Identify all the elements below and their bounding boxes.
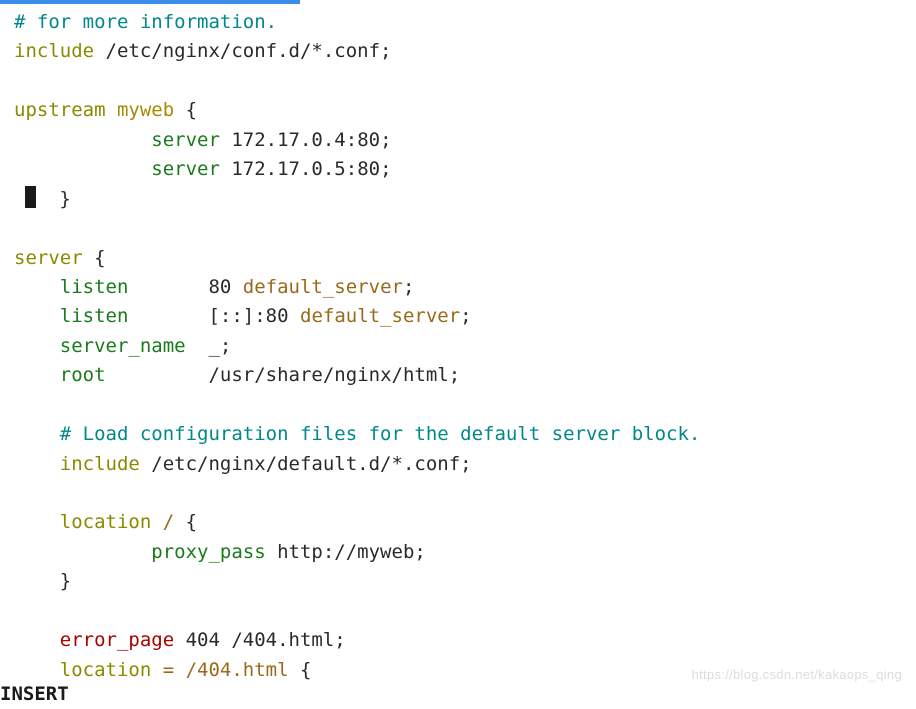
code-line: proxy_pass http://myweb; — [14, 538, 916, 567]
code-token: 172.17.0.4:80; — [220, 129, 392, 151]
code-token: 80 — [128, 276, 242, 298]
code-line: } — [14, 567, 916, 596]
code-token: http://myweb; — [266, 541, 426, 563]
code-token: /etc/nginx/default.d/*.conf; — [140, 453, 472, 475]
code-token: _; — [186, 335, 232, 357]
code-token — [151, 659, 162, 681]
code-token: include — [14, 40, 94, 62]
code-token: server_name — [60, 335, 186, 357]
code-token: error_page — [60, 629, 174, 651]
code-token: proxy_pass — [151, 541, 265, 563]
watermark-text: https://blog.csdn.net/kakaops_qing — [692, 665, 902, 685]
code-line: # for more information. — [14, 8, 916, 37]
code-token: { — [186, 511, 197, 533]
code-line — [14, 391, 916, 420]
code-line: # Load configuration files for the defau… — [14, 420, 916, 449]
code-line: } — [14, 185, 916, 214]
code-token: # for more information. — [14, 11, 277, 33]
code-token: location — [60, 659, 152, 681]
code-token: location — [60, 511, 152, 533]
code-line: server { — [14, 244, 916, 273]
code-token: server — [14, 247, 83, 269]
code-token — [151, 511, 162, 533]
code-line: include /etc/nginx/conf.d/*.conf; — [14, 37, 916, 66]
code-token: } — [60, 570, 71, 592]
code-line: server 172.17.0.4:80; — [14, 126, 916, 155]
code-editor-content: # for more information. include /etc/ngin… — [14, 8, 916, 685]
code-token: # Load configuration files for the defau… — [60, 423, 701, 445]
code-line — [14, 597, 916, 626]
code-token: default_server — [243, 276, 403, 298]
code-token: server — [151, 129, 220, 151]
code-token: ; — [460, 305, 471, 327]
code-token: { — [83, 247, 106, 269]
code-token: listen — [60, 305, 129, 327]
code-line — [14, 67, 916, 96]
code-token: /usr/share/nginx/html; — [106, 364, 461, 386]
code-line: listen 80 default_server; — [14, 273, 916, 302]
code-token — [106, 99, 117, 121]
code-line: listen [::]:80 default_server; — [14, 302, 916, 331]
code-token: = /404.html — [163, 659, 300, 681]
code-line: location / { — [14, 508, 916, 537]
code-line: error_page 404 /404.html; — [14, 626, 916, 655]
editor-mode-status: INSERT — [0, 680, 69, 709]
code-token: myweb — [117, 99, 174, 121]
code-line: server_name _; — [14, 332, 916, 361]
code-token: ; — [403, 276, 414, 298]
code-token: include — [60, 453, 140, 475]
code-line — [14, 214, 916, 243]
code-token: } — [36, 188, 70, 210]
code-token: { — [174, 99, 197, 121]
code-token: listen — [60, 276, 129, 298]
code-line: server 172.17.0.5:80; — [14, 155, 916, 184]
code-token: /etc/nginx/conf.d/*.conf; — [94, 40, 391, 62]
code-token: 404 /404.html; — [174, 629, 346, 651]
text-cursor — [25, 186, 36, 208]
code-token: [::]:80 — [128, 305, 300, 327]
code-line: upstream myweb { — [14, 96, 916, 125]
code-token: { — [300, 659, 311, 681]
code-token: root — [60, 364, 106, 386]
code-token: server — [151, 158, 220, 180]
code-token: 172.17.0.5:80; — [220, 158, 392, 180]
code-token: / — [163, 511, 186, 533]
code-line — [14, 479, 916, 508]
scroll-position-indicator — [0, 0, 300, 4]
code-line: include /etc/nginx/default.d/*.conf; — [14, 450, 916, 479]
code-line: root /usr/share/nginx/html; — [14, 361, 916, 390]
code-token: default_server — [300, 305, 460, 327]
code-token: upstream — [14, 99, 106, 121]
